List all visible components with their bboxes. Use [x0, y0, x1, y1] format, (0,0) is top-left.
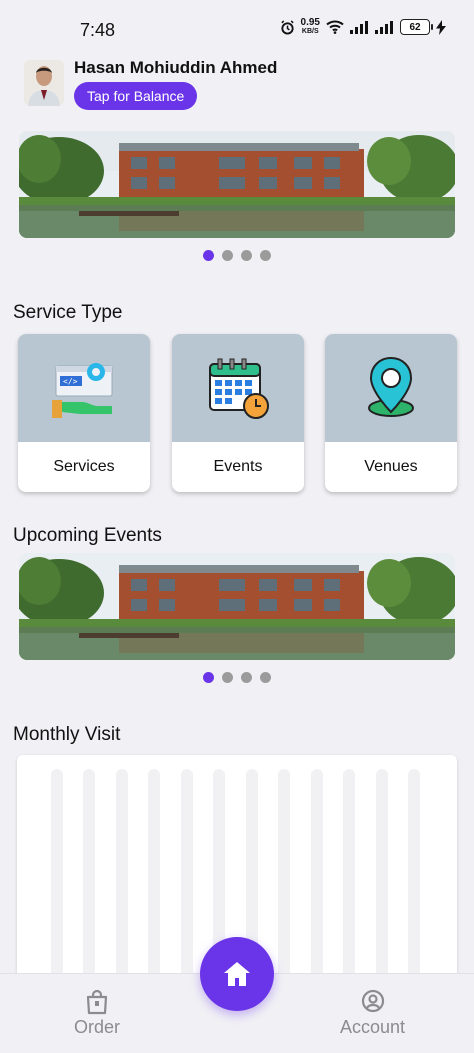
chart-bar-track: [83, 769, 95, 995]
carousel-dot[interactable]: [222, 250, 233, 261]
upcoming-events-title: Upcoming Events: [13, 525, 162, 546]
status-bar: 7:48 0.95 KB/S 62: [0, 0, 474, 50]
account-icon: [361, 989, 384, 1013]
home-button[interactable]: [200, 937, 274, 1011]
chart-bar-track: [311, 769, 323, 995]
battery-indicator: 62: [400, 19, 433, 35]
net-speed-value: 0.95: [300, 17, 320, 28]
chart-bar-track: [51, 769, 63, 995]
venues-card[interactable]: Venues: [325, 334, 457, 492]
signal-icon-2: [375, 20, 393, 34]
profile-name: Hasan Mohiuddin Ahmed: [74, 58, 278, 77]
tap-for-balance-button[interactable]: Tap for Balance: [74, 82, 198, 110]
service-type-title: Service Type: [13, 302, 123, 323]
carousel-dot[interactable]: [203, 250, 214, 261]
nav-order[interactable]: Order: [74, 989, 120, 1038]
carousel-dot[interactable]: [241, 250, 252, 261]
resort-banner-image: [19, 131, 455, 238]
calendar-clock-icon: [209, 358, 269, 419]
chart-bar-track: [343, 769, 355, 995]
svg-text:</>: </>: [63, 377, 78, 386]
alarm-icon: [280, 19, 294, 35]
promo-banner[interactable]: [19, 131, 455, 238]
chart-bar-track: [148, 769, 160, 995]
events-carousel-dots: [0, 672, 474, 683]
monthly-visit-title: Monthly Visit: [13, 724, 121, 745]
wifi-icon: [326, 20, 344, 34]
nav-account-label: Account: [340, 1017, 406, 1037]
services-card-label: Services: [53, 458, 115, 475]
chart-bar-track: [181, 769, 193, 995]
resort-banner-image: [19, 553, 455, 660]
chart-bar-track: [408, 769, 420, 995]
shopping-bag-icon: [86, 989, 108, 1015]
nav-account[interactable]: Account: [340, 989, 405, 1038]
profile-header: Hasan Mohiuddin Ahmed Tap for Balance: [24, 58, 277, 110]
carousel-dot[interactable]: [241, 672, 252, 683]
carousel-dot[interactable]: [260, 250, 271, 261]
carousel-dot[interactable]: [222, 672, 233, 683]
map-pin-icon: [368, 356, 414, 417]
events-card-label: Events: [213, 458, 263, 475]
signal-icon-1: [350, 20, 368, 34]
banner-carousel-dots: [0, 250, 474, 261]
chart-bar-track: [376, 769, 388, 995]
services-card[interactable]: </> Services: [18, 334, 150, 492]
status-icons: 0.95 KB/S 62: [280, 18, 446, 36]
code-gear-hand-icon: </>: [52, 363, 113, 418]
charging-icon: [436, 19, 446, 35]
avatar[interactable]: [24, 60, 64, 106]
chart-bar-track: [116, 769, 128, 995]
carousel-dot[interactable]: [260, 672, 271, 683]
status-time: 7:48: [80, 20, 116, 40]
nav-order-label: Order: [74, 1017, 121, 1037]
events-card[interactable]: Events: [172, 334, 304, 492]
home-icon: [224, 962, 250, 986]
venues-card-label: Venues: [364, 458, 418, 475]
carousel-dot[interactable]: [203, 672, 214, 683]
net-speed: 0.95 KB/S: [301, 18, 320, 36]
net-speed-unit: KB/S: [301, 28, 319, 35]
upcoming-events-banner[interactable]: [19, 553, 455, 660]
chart-bar-track: [278, 769, 290, 995]
